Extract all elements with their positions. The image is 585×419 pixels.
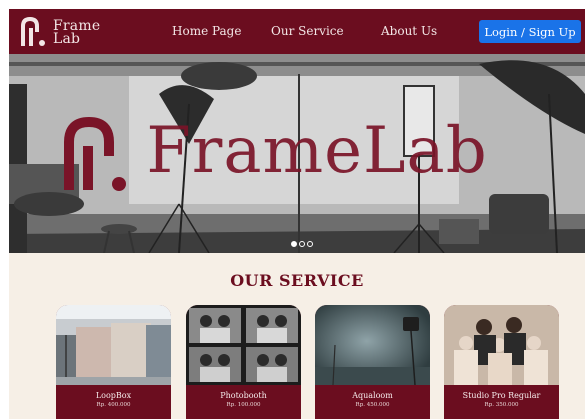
service-price: Rp. 450.000 <box>355 402 390 408</box>
nav-about-link[interactable]: About Us <box>381 24 437 38</box>
framelab-logo-icon <box>21 16 45 46</box>
loopbox-photo <box>56 305 171 385</box>
hero-banner: FrameLab <box>9 54 585 253</box>
service-card-loopbox[interactable]: LoopBox Rp. 400.000 <box>56 305 171 419</box>
aqualoom-photo <box>315 305 430 385</box>
service-name: Photobooth <box>220 391 267 400</box>
nav-home-link[interactable]: Home Page <box>172 24 241 38</box>
brand-logo[interactable]: Frame Lab <box>19 15 100 49</box>
service-card-aqualoom[interactable]: Aqualoom Rp. 450.000 <box>315 305 430 419</box>
studio-pro-regular-photo <box>444 305 559 385</box>
brand-name: Frame Lab <box>53 19 100 47</box>
service-price: Rp. 400.000 <box>96 402 131 408</box>
service-price: Rp. 100.000 <box>226 402 261 408</box>
navbar: Frame Lab Home Page Our Service About Us… <box>9 9 585 54</box>
services-heading: OUR SERVICE <box>230 271 364 290</box>
service-card-photobooth[interactable]: Photobooth Rp. 100.000 <box>186 305 301 419</box>
carousel-dot-3[interactable] <box>307 241 313 247</box>
nav-our-service-link[interactable]: Our Service <box>271 24 344 38</box>
carousel-dots <box>291 241 313 247</box>
service-name: Aqualoom <box>352 391 393 400</box>
carousel-dot-1[interactable] <box>291 241 297 247</box>
service-name: Studio Pro Regular <box>462 391 541 400</box>
hero-title-text: FrameLab <box>146 114 488 188</box>
photobooth-photo <box>186 305 301 385</box>
carousel-dot-2[interactable] <box>299 241 305 247</box>
login-signup-button[interactable]: Login / Sign Up <box>479 20 581 43</box>
brand-line-2: Lab <box>53 30 81 47</box>
page: Frame Lab Home Page Our Service About Us… <box>9 9 585 419</box>
hero-title: FrameLab <box>9 106 585 196</box>
service-name: LoopBox <box>95 391 132 400</box>
service-card-studio-pro-regular[interactable]: Studio Pro Regular Rp. 350.000 <box>444 305 559 419</box>
service-price: Rp. 350.000 <box>484 402 519 408</box>
